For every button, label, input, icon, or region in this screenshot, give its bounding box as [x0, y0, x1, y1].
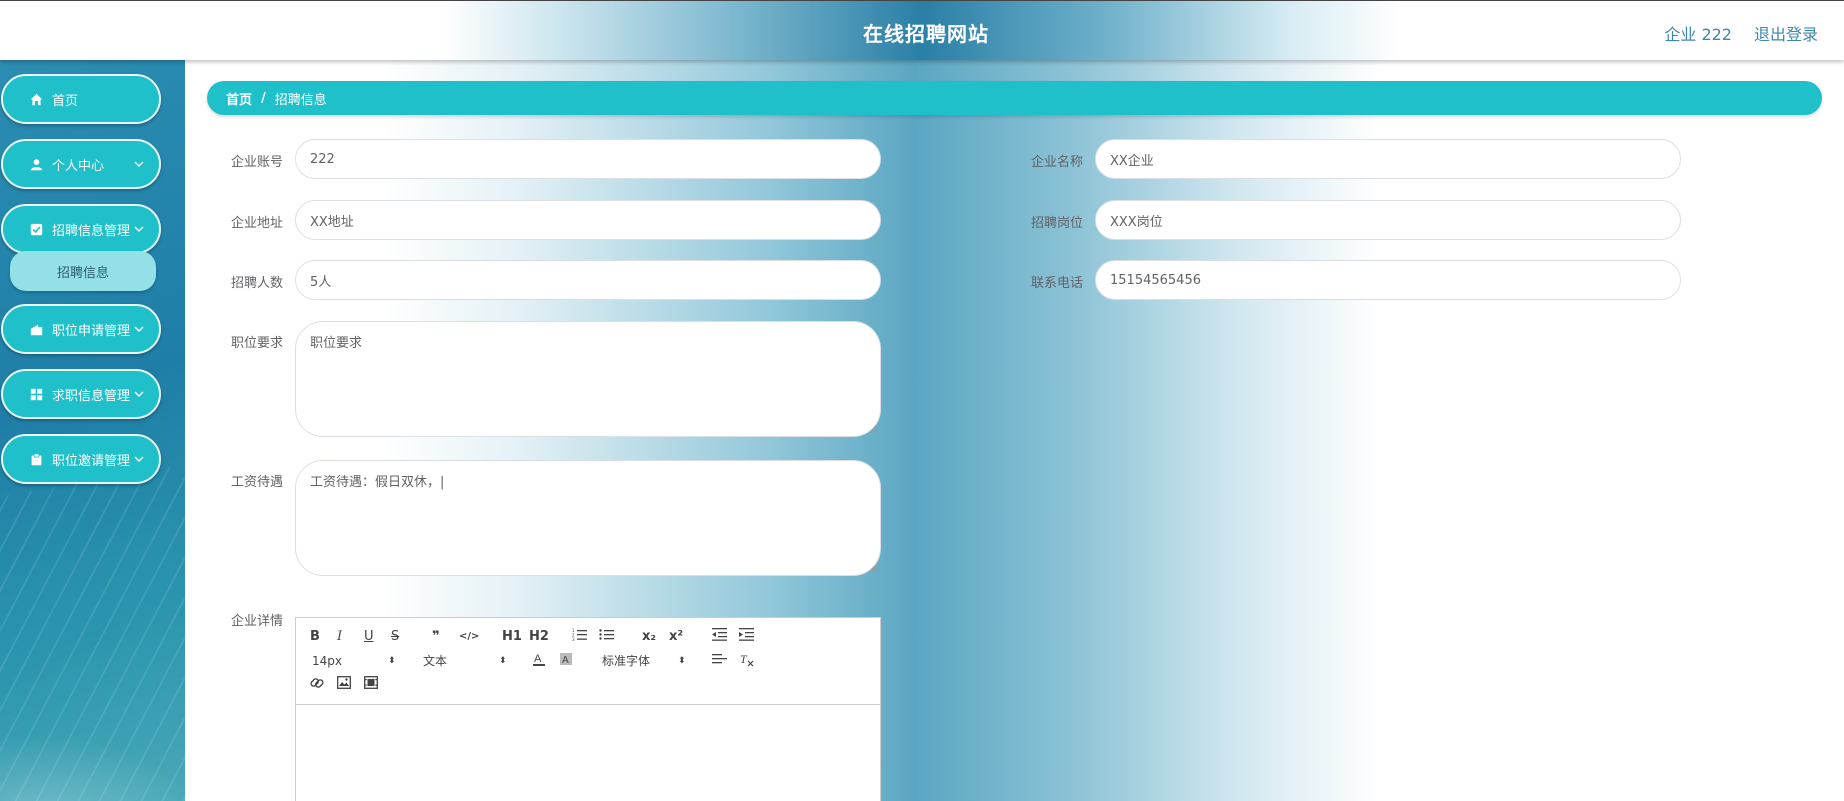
salary-text: 工资待遇：假日双休，| [310, 475, 445, 490]
home-icon [29, 92, 43, 106]
header-value: 文本 [423, 654, 448, 668]
company-address-label: 企业地址 [230, 216, 283, 231]
sidebar: 首页 个人中心 招聘信息管理 招聘信息 职位申请管理 求职信息管理 职位邀请管理 [0, 59, 185, 801]
h2-button[interactable]: H2 [529, 629, 549, 645]
italic-button[interactable]: I [337, 629, 342, 645]
salary-textarea[interactable]: 工资待遇：假日双休，| [295, 460, 881, 576]
sidebar-item-home[interactable]: 首页 [1, 74, 161, 124]
sidebar-item-label: 个人中心 [52, 158, 105, 174]
top-header: 在线招聘网站 企业 222 退出登录 [0, 0, 1844, 60]
sidebar-item-label: 职位邀请管理 [52, 453, 131, 469]
requirements-text: 职位要求 [310, 336, 363, 351]
video-icon[interactable] [364, 676, 378, 694]
code-block-button[interactable]: </> [459, 629, 479, 645]
headcount-input[interactable]: 5人 [295, 260, 881, 300]
outdent-icon[interactable] [712, 628, 727, 646]
font-color-icon[interactable]: A [532, 652, 546, 672]
font-size-value: 14px [312, 654, 342, 668]
sidebar-item-label: 首页 [52, 93, 79, 109]
superscript-button[interactable]: x² [669, 629, 683, 645]
ordered-list-icon[interactable]: 123 [572, 628, 587, 646]
company-name-label: 企业名称 [1030, 155, 1083, 170]
site-title: 在线招聘网站 [863, 22, 989, 46]
chevron-down-icon [133, 323, 145, 335]
blockquote-button[interactable]: ❞ [432, 629, 440, 645]
requirements-label: 职位要求 [230, 336, 283, 351]
sidebar-item-invitation[interactable]: 职位邀请管理 [1, 434, 161, 484]
underline-button[interactable]: U [364, 629, 374, 645]
main-content: 首页 / 招聘信息 企业账号 222 企业名称 XX企业 企业地址 XX地址 招… [185, 59, 1844, 801]
logout-link[interactable]: 退出登录 [1754, 21, 1818, 45]
svg-text:A: A [534, 653, 542, 665]
image-icon[interactable] [337, 676, 351, 694]
select-arrows-icon: ⬍ [678, 656, 686, 666]
sidebar-subitem-recruitment-info[interactable]: 招聘信息 [10, 251, 156, 291]
sidebar-item-profile[interactable]: 个人中心 [1, 139, 161, 189]
sidebar-item-label: 招聘信息管理 [52, 223, 131, 239]
position-label: 招聘岗位 [1030, 216, 1083, 231]
requirements-textarea[interactable]: 职位要求 [295, 321, 881, 437]
subscript-button[interactable]: x₂ [642, 629, 656, 645]
svg-text:T: T [740, 652, 748, 666]
house-icon [29, 322, 43, 336]
breadcrumb-separator: / [261, 90, 266, 106]
sidebar-item-application[interactable]: 职位申请管理 [1, 304, 161, 354]
bullet-list-icon[interactable] [599, 628, 614, 646]
chevron-down-icon [133, 223, 145, 235]
breadcrumb: 首页 / 招聘信息 [207, 81, 1822, 115]
resize-handle[interactable] [869, 425, 877, 433]
font-family-value: 标准字体 [602, 654, 651, 668]
sidebar-item-label: 职位申请管理 [52, 323, 131, 339]
user-icon [29, 157, 43, 171]
resize-handle[interactable] [869, 564, 877, 572]
company-account-label: 企业账号 [230, 155, 283, 170]
chevron-down-icon [133, 158, 145, 170]
sidebar-item-recruitment[interactable]: 招聘信息管理 [1, 204, 161, 254]
company-address-input[interactable]: XX地址 [295, 200, 881, 240]
breadcrumb-home[interactable]: 首页 [226, 89, 252, 108]
grid-icon [29, 387, 43, 401]
chevron-down-icon [133, 453, 145, 465]
breadcrumb-current: 招聘信息 [274, 92, 327, 108]
svg-text:3: 3 [572, 637, 575, 641]
phone-label: 联系电话 [1030, 276, 1083, 291]
chevron-down-icon [133, 388, 145, 400]
background-color-icon[interactable]: A [559, 652, 573, 672]
phone-input[interactable]: 15154565456 [1095, 260, 1681, 300]
checkbox-icon [29, 222, 43, 236]
align-icon[interactable] [712, 653, 727, 671]
header-select[interactable]: 文本 ⬍ [423, 653, 507, 669]
editor-content-area[interactable] [296, 705, 880, 801]
editor-toolbar: B I U S ❞ </> H1 H2 123 x₂ x² 14px ⬍ 文本 … [296, 618, 880, 705]
font-family-select[interactable]: 标准字体 ⬍ [602, 653, 686, 669]
company-name-input[interactable]: XX企业 [1095, 139, 1681, 179]
link-icon[interactable] [310, 676, 324, 695]
select-arrows-icon: ⬍ [388, 656, 396, 666]
clear-format-icon[interactable]: T [739, 652, 754, 672]
sidebar-item-label: 求职信息管理 [52, 388, 131, 404]
position-input[interactable]: XXX岗位 [1095, 200, 1681, 240]
sidebar-item-jobseeker[interactable]: 求职信息管理 [1, 369, 161, 419]
indent-icon[interactable] [739, 628, 754, 646]
rich-text-editor: B I U S ❞ </> H1 H2 123 x₂ x² 14px ⬍ 文本 … [295, 617, 881, 801]
font-size-select[interactable]: 14px ⬍ [312, 653, 396, 669]
company-account-input[interactable]: 222 [295, 139, 881, 179]
select-arrows-icon: ⬍ [499, 656, 507, 666]
bold-button[interactable]: B [310, 629, 320, 645]
current-user: 企业 222 [1664, 25, 1732, 44]
h1-button[interactable]: H1 [502, 629, 522, 645]
watermark: CSDN @心悦毕设 [1552, 748, 1840, 788]
headcount-label: 招聘人数 [230, 276, 283, 291]
salary-label: 工资待遇 [230, 475, 283, 490]
svg-text:A: A [562, 655, 569, 666]
strike-button[interactable]: S [391, 629, 399, 645]
details-label: 企业详情 [230, 614, 283, 629]
clipboard-icon [29, 452, 43, 466]
